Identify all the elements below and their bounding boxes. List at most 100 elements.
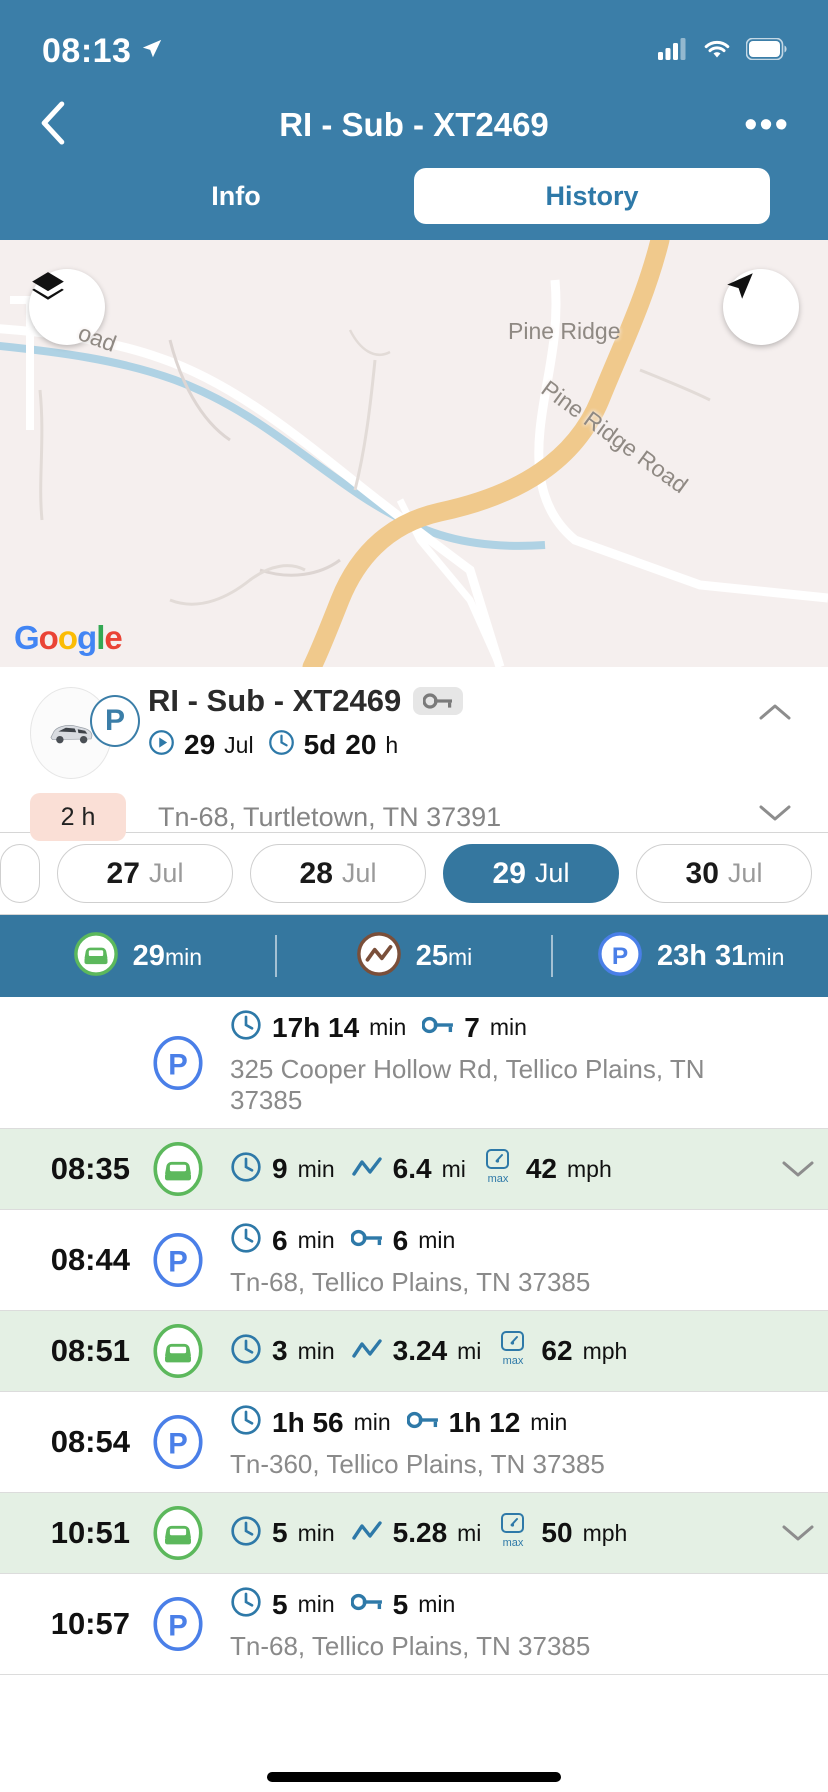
table-row[interactable]: 08:54 P 1h 56 min 1h 12 min Tn-360, Tellic…: [0, 1392, 828, 1493]
max-speed-icon: max: [482, 1148, 516, 1191]
summary-distance-value: 25: [415, 939, 448, 972]
table-row[interactable]: 08:35 9 min 6.4 mi max 42 mph: [0, 1129, 828, 1210]
stat-duration: 5 min: [230, 1515, 335, 1552]
map-locate-button[interactable]: [723, 269, 799, 345]
key-icon: [413, 687, 464, 715]
stat-value: 6: [272, 1224, 288, 1256]
chevron-up-icon[interactable]: [758, 701, 792, 728]
parking-icon: P: [152, 1596, 204, 1652]
stat-value: 3: [272, 1335, 288, 1366]
table-row[interactable]: 10:57 P 5 min 5 min Tn-68, Tellico Plains,…: [0, 1574, 828, 1675]
stat-value: 9: [272, 1153, 288, 1184]
battery-icon: [745, 37, 788, 65]
row-expand-chevron[interactable]: [768, 1158, 828, 1180]
vehicle-info-card[interactable]: P RI - Sub - XT2469 29 Jul 5d 20 h 2 h T…: [0, 667, 828, 841]
row-body: 5 min 5 min Tn-68, Tellico Plains, TN 3738…: [204, 1586, 768, 1662]
table-row[interactable]: P 17h 14 min 7 min 325 Cooper Hollow Rd, T…: [0, 997, 828, 1129]
status-bar-left: 08:13: [42, 32, 163, 71]
table-row[interactable]: 08:51 3 min 3.24 mi max 62 mph: [0, 1311, 828, 1392]
svg-text:P: P: [168, 1049, 188, 1081]
date-unit: Jul: [224, 731, 254, 758]
stat-unit: min: [297, 1227, 335, 1253]
map-view[interactable]: RI - Sub - XT2469 Pine Ridge Pine Ridge …: [0, 240, 828, 667]
parking-icon: P: [152, 1414, 204, 1470]
stat-ignition: 7 min: [421, 1011, 527, 1044]
stat-value: 62: [541, 1335, 573, 1366]
stat-ignition: 1h 12 min: [406, 1406, 567, 1439]
row-stats: 6 min 6 min: [230, 1222, 768, 1259]
stat-unit: min: [418, 1591, 456, 1617]
google-attribution: Google: [14, 619, 123, 656]
stat-value: 5.28: [392, 1517, 448, 1548]
stat-value: 7: [464, 1011, 480, 1043]
app-header: 08:13 RI - Sub - XT2469 ••• Info History: [0, 0, 828, 240]
tab-bar: Info History: [0, 168, 828, 240]
vehicle-title-line: RI - Sub - XT2469: [148, 683, 798, 719]
tab-history[interactable]: History: [414, 168, 770, 224]
row-body: 9 min 6.4 mi max 42 mph: [204, 1148, 768, 1191]
date-chip-28-jul[interactable]: 28 Jul: [250, 844, 426, 903]
clock-icon: [230, 1586, 262, 1623]
row-address: Tn-360, Tellico Plains, TN 37385: [230, 1449, 605, 1479]
stat-value: 1h 56: [272, 1406, 344, 1438]
date-selector[interactable]: 27 Jul 28 Jul 29 Jul 30 Jul 31 Jul: [0, 832, 828, 915]
stat-unit: min: [418, 1227, 456, 1253]
date-chip-29-jul[interactable]: 29 Jul: [443, 844, 619, 903]
row-address: Tn-68, Tellico Plains, TN 37385: [230, 1631, 591, 1661]
row-body: 1h 56 min 1h 12 min Tn-360, Tellico Plains…: [204, 1404, 768, 1480]
stat-max-speed: max 62 mph: [497, 1330, 627, 1373]
date-chip-month: Jul: [534, 858, 570, 888]
map-canvas: [0, 240, 828, 667]
row-stats: 5 min 5.28 mi max 50 mph: [230, 1512, 768, 1555]
map-label-pine-ridge: Pine Ridge: [508, 318, 621, 344]
stat-value: 42: [525, 1153, 558, 1184]
date-chip-27-jul[interactable]: 27 Jul: [57, 844, 233, 903]
table-row[interactable]: 10:51 5 min 5.28 mi max 50 mph: [0, 1493, 828, 1574]
table-row[interactable]: 08:44 P 6 min 6 min Tn-68, Tellico Plains,…: [0, 1210, 828, 1311]
nav-bar: RI - Sub - XT2469 •••: [0, 82, 828, 168]
max-speed-icon: max: [497, 1330, 531, 1373]
back-chevron-icon[interactable]: [38, 100, 68, 150]
stat-unit: min: [489, 1014, 527, 1040]
stat-ignition: 5 min: [350, 1588, 456, 1621]
stat-value: 1h 12: [448, 1406, 521, 1438]
last-seen-date: 29 Jul: [148, 729, 254, 761]
row-time: 10:57: [50, 1606, 130, 1641]
row-time: 08:54: [50, 1424, 130, 1459]
row-time: 10:51: [50, 1515, 130, 1550]
svg-text:max: max: [503, 1537, 524, 1549]
more-dots-icon[interactable]: •••: [744, 106, 790, 144]
page-title: RI - Sub - XT2469: [279, 106, 549, 143]
stop-duration-badge: 2 h: [30, 793, 126, 841]
clock-icon: [230, 1515, 262, 1552]
vehicle-name: RI - Sub - XT2469: [148, 683, 402, 718]
route-icon: [351, 1336, 383, 1367]
stat-unit: min: [369, 1014, 407, 1040]
row-time: 08:44: [50, 1242, 130, 1277]
stat-value: 5: [272, 1588, 288, 1620]
date-chip-30-jul[interactable]: 30 Jul: [636, 844, 812, 903]
parking-icon: P: [152, 1035, 204, 1091]
stat-duration: 17h 14 min: [230, 1009, 406, 1046]
summary-drive-unit: min: [164, 943, 202, 970]
wifi-icon: [702, 38, 732, 65]
stat-value: 6: [392, 1224, 409, 1256]
key-icon: [421, 1015, 454, 1040]
tab-info[interactable]: Info: [58, 168, 414, 224]
route-icon: [351, 1154, 383, 1185]
stat-distance: 6.4 mi: [351, 1153, 466, 1185]
duration-days: 5d: [303, 729, 337, 760]
stat-value: 5: [392, 1588, 409, 1620]
clock-icon: [268, 729, 295, 761]
stat-distance: 3.24 mi: [351, 1335, 481, 1367]
status-bar: 08:13: [0, 0, 828, 82]
date-chip-prev[interactable]: [0, 844, 40, 903]
chevron-down-icon[interactable]: [758, 802, 792, 829]
summary-distance: 25mi: [277, 931, 552, 982]
duration-unit: h: [385, 731, 399, 758]
trip-timeline: P 17h 14 min 7 min 325 Cooper Hollow Rd, T…: [0, 997, 828, 1675]
drive-car-icon: [73, 931, 119, 982]
row-expand-chevron[interactable]: [768, 1522, 828, 1544]
key-icon: [350, 1592, 383, 1617]
stat-value: 3.24: [392, 1335, 448, 1366]
